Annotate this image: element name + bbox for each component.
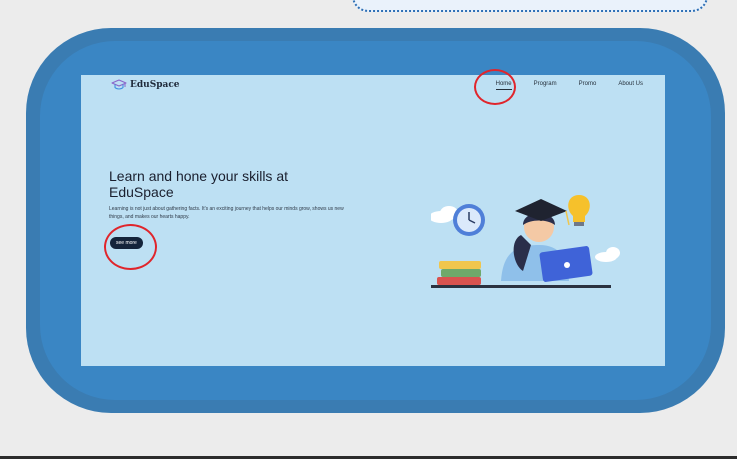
home-annotation-circle xyxy=(474,69,516,105)
lightbulb-icon xyxy=(568,195,590,222)
top-pill-decoration xyxy=(352,0,708,12)
see-more-annotation-circle xyxy=(104,224,157,270)
nav-about-us[interactable]: About Us xyxy=(618,81,643,87)
brand[interactable]: EduSpace xyxy=(111,79,180,91)
nav-promo[interactable]: Promo xyxy=(579,81,597,87)
brand-name: EduSpace xyxy=(130,80,180,90)
graduation-cap-icon xyxy=(111,79,127,90)
cloud-icon xyxy=(606,247,620,259)
navbar: EduSpace Home Program Promo About Us xyxy=(81,75,665,97)
hero-title: Learn and hone your skills at EduSpace xyxy=(109,168,288,200)
graduation-cap-icon xyxy=(515,199,567,221)
student-illustration xyxy=(431,195,620,288)
nav-program[interactable]: Program xyxy=(534,81,557,87)
website-screenshot: EduSpace Home Program Promo About Us Lea… xyxy=(81,75,665,366)
hero-description: Learning is not just about gathering fac… xyxy=(109,206,344,220)
nav-links: Home Program Promo About Us xyxy=(495,81,643,90)
